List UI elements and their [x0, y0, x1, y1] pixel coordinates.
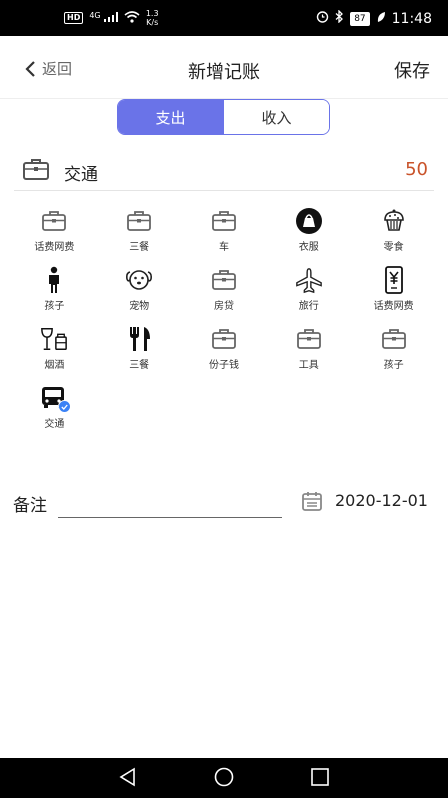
net-speed-value: 1.3: [145, 9, 159, 18]
briefcase-icon: [210, 207, 238, 235]
briefcase-icon: [210, 325, 238, 353]
category-item[interactable]: 孩子: [12, 266, 97, 325]
category-label: 宠物: [129, 301, 150, 312]
category-label: 工具: [298, 360, 319, 371]
date-picker[interactable]: 2020-12-01: [335, 491, 428, 510]
category-item[interactable]: 孩子: [351, 325, 436, 384]
tab-expense[interactable]: 支出: [118, 100, 223, 134]
check-icon: [58, 400, 72, 413]
briefcase-icon: [40, 207, 68, 235]
net-speed: 1.3 K/s: [146, 9, 159, 27]
battery-level: 87: [350, 11, 370, 26]
status-bar: HD 4G 1.3 K/s 87 11:48: [0, 0, 448, 36]
dog-icon: [125, 266, 153, 294]
briefcase-icon: [22, 157, 50, 185]
remark-label: 备注: [13, 496, 47, 516]
app-header: 返回 新增记账 保存: [0, 36, 448, 99]
category-label: 份子钱: [208, 360, 239, 371]
category-item[interactable]: 零食: [351, 207, 436, 266]
category-label: 旅行: [298, 301, 319, 312]
tab-income[interactable]: 收入: [223, 100, 329, 134]
category-item[interactable]: 房贷: [182, 266, 267, 325]
category-label: 三餐: [129, 360, 150, 371]
category-label: 零食: [383, 242, 404, 253]
category-item[interactable]: 旅行: [266, 266, 351, 325]
category-label: 交通: [44, 419, 65, 430]
category-item[interactable]: 话费网费: [12, 207, 97, 266]
category-label: 衣服: [298, 242, 319, 253]
amount-value[interactable]: 50: [405, 159, 428, 180]
category-item[interactable]: 车: [182, 207, 267, 266]
cupcake-icon: [380, 207, 408, 235]
alarm-icon: [316, 10, 329, 27]
category-item[interactable]: 三餐: [97, 207, 182, 266]
bluetooth-icon: [335, 9, 344, 27]
briefcase-icon: [125, 207, 153, 235]
nav-home-icon[interactable]: [213, 766, 235, 792]
category-label: 孩子: [44, 301, 65, 312]
nav-recents-icon[interactable]: [309, 766, 331, 792]
status-right: 87 11:48: [316, 9, 432, 27]
system-nav-bar: [0, 758, 448, 798]
leaf-icon: [376, 11, 386, 27]
save-button[interactable]: 保存: [394, 57, 430, 83]
nav-back-icon[interactable]: [117, 766, 139, 792]
signal-icon: 4G: [89, 10, 118, 25]
category-item[interactable]: 工具: [266, 325, 351, 384]
category-label: 房贷: [213, 301, 234, 312]
category-label: 孩子: [383, 360, 404, 371]
category-item[interactable]: 衣服: [266, 207, 351, 266]
child-icon: [40, 266, 68, 294]
wifi-icon: [124, 10, 140, 26]
net-speed-unit: K/s: [146, 18, 159, 27]
clock: 11:48: [391, 10, 432, 27]
selected-category-name: 交通: [64, 165, 98, 185]
utensils-icon: [125, 325, 153, 353]
category-label: 话费网费: [34, 242, 75, 253]
briefcase-icon: [295, 325, 323, 353]
phone-bill-icon: [380, 266, 408, 294]
category-label: 车: [218, 242, 229, 253]
status-left: HD 4G 1.3 K/s: [64, 9, 159, 27]
category-item[interactable]: 份子钱: [182, 325, 267, 384]
bus-icon: [40, 384, 72, 413]
category-label: 三餐: [129, 242, 150, 253]
category-item[interactable]: 烟酒: [12, 325, 97, 384]
network-type: 4G: [89, 10, 101, 20]
calendar-icon[interactable]: [301, 490, 323, 516]
remark-input[interactable]: [58, 489, 282, 518]
hd-badge: HD: [64, 12, 84, 24]
type-toggle: 支出 收入: [117, 99, 330, 135]
airplane-icon: [295, 266, 323, 294]
selected-category-row: 交通 50: [14, 150, 434, 191]
briefcase-icon: [380, 325, 408, 353]
category-item[interactable]: 交通: [12, 384, 97, 443]
category-item[interactable]: 三餐: [97, 325, 182, 384]
bag-icon: [295, 207, 323, 235]
category-grid: 话费网费 三餐车衣服 零食 孩子 宠物 房贷 旅行 话费网费 烟酒 三餐 份子钱 工具 孩子 交通: [12, 207, 436, 443]
page-title: 新增记账: [188, 62, 260, 83]
category-item[interactable]: 宠物: [97, 266, 182, 325]
category-item[interactable]: 话费网费: [351, 266, 436, 325]
wine-icon: [40, 325, 68, 353]
briefcase-icon: [210, 266, 238, 294]
category-label: 烟酒: [44, 360, 65, 371]
category-label: 话费网费: [373, 301, 414, 312]
